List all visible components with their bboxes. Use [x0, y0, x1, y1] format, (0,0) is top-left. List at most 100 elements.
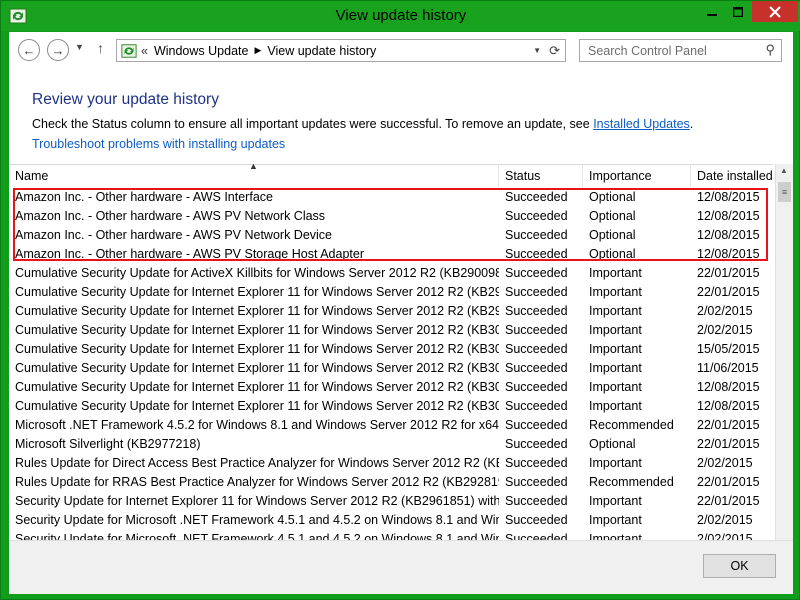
date-installed-cell: 12/08/2015: [697, 209, 760, 223]
importance-cell: Optional: [589, 247, 636, 261]
main-content: Review your update history Check the Sta…: [9, 70, 793, 546]
update-name-cell: Cumulative Security Update for Internet …: [15, 342, 499, 356]
importance-cell: Recommended: [589, 418, 674, 432]
forward-button[interactable]: →: [47, 39, 69, 61]
column-header-name[interactable]: ▲ Name: [9, 161, 499, 187]
date-installed-cell: 12/08/2015: [697, 228, 760, 242]
importance-cell: Important: [589, 342, 642, 356]
date-installed-cell: 22/01/2015: [697, 266, 760, 280]
importance-cell: Important: [589, 285, 642, 299]
dialog-footer: OK: [9, 540, 793, 594]
search-icon[interactable]: ⚲: [765, 42, 775, 58]
importance-cell: Optional: [589, 190, 636, 204]
table-row[interactable]: Security Update for Internet Explorer 11…: [9, 492, 773, 511]
table-row[interactable]: Amazon Inc. - Other hardware - AWS Inter…: [9, 188, 773, 207]
back-button[interactable]: ←: [18, 39, 40, 61]
column-header-importance[interactable]: Importance: [583, 165, 691, 187]
importance-cell: Important: [589, 513, 642, 527]
status-cell: Succeeded: [505, 228, 568, 242]
table-row[interactable]: Cumulative Security Update for Internet …: [9, 340, 773, 359]
troubleshoot-link[interactable]: Troubleshoot problems with installing up…: [32, 137, 285, 151]
date-installed-cell: 2/02/2015: [697, 456, 753, 470]
update-history-window: View update history ← → ▼ ↑ « Windows Up…: [0, 0, 800, 600]
breadcrumb-windows-update[interactable]: Windows Update: [154, 44, 249, 58]
table-row[interactable]: Cumulative Security Update for Internet …: [9, 302, 773, 321]
table-row[interactable]: Microsoft .NET Framework 4.5.2 for Windo…: [9, 416, 773, 435]
table-row[interactable]: Microsoft Silverlight (KB2977218) Succeed…: [9, 435, 773, 454]
vertical-scrollbar[interactable]: ▲ ≡: [775, 164, 793, 541]
chevron-right-icon[interactable]: ▶: [254, 45, 261, 56]
table-row[interactable]: Security Update for Microsoft .NET Frame…: [9, 511, 773, 530]
status-cell: Succeeded: [505, 418, 568, 432]
status-cell: Succeeded: [505, 513, 568, 527]
ok-button[interactable]: OK: [703, 554, 776, 578]
refresh-icon[interactable]: ⟳: [549, 43, 560, 59]
scrollbar-thumb[interactable]: ≡: [778, 182, 791, 202]
table-row[interactable]: Rules Update for Direct Access Best Prac…: [9, 454, 773, 473]
date-installed-cell: 22/01/2015: [697, 494, 760, 508]
table-row[interactable]: Cumulative Security Update for Internet …: [9, 378, 773, 397]
maximize-button[interactable]: [725, 1, 751, 22]
table-row[interactable]: Cumulative Security Update for Internet …: [9, 397, 773, 416]
date-installed-cell: 12/08/2015: [697, 399, 760, 413]
status-cell: Succeeded: [505, 247, 568, 261]
table-row[interactable]: Amazon Inc. - Other hardware - AWS PV Ne…: [9, 226, 773, 245]
column-header-importance-label: Importance: [589, 169, 652, 183]
status-cell: Succeeded: [505, 475, 568, 489]
table-row[interactable]: Cumulative Security Update for Internet …: [9, 321, 773, 340]
table-row[interactable]: Cumulative Security Update for ActiveX K…: [9, 264, 773, 283]
column-header-date[interactable]: Date installed: [691, 165, 773, 187]
breadcrumb-view-update-history[interactable]: View update history: [267, 44, 376, 58]
installed-updates-link[interactable]: Installed Updates: [593, 117, 690, 131]
recent-locations-button[interactable]: ▼: [75, 42, 84, 52]
page-description: Check the Status column to ensure all im…: [32, 117, 693, 131]
status-cell: Succeeded: [505, 342, 568, 356]
close-icon: [769, 5, 781, 18]
update-name-cell: Cumulative Security Update for Internet …: [15, 361, 499, 375]
date-installed-cell: 2/02/2015: [697, 323, 753, 337]
update-name-cell: Amazon Inc. - Other hardware - AWS Inter…: [15, 190, 273, 204]
table-row[interactable]: Amazon Inc. - Other hardware - AWS PV St…: [9, 245, 773, 264]
status-cell: Succeeded: [505, 190, 568, 204]
column-header-status[interactable]: Status: [499, 165, 583, 187]
table-row[interactable]: Cumulative Security Update for Internet …: [9, 283, 773, 302]
date-installed-cell: 22/01/2015: [697, 437, 760, 451]
table-row[interactable]: Cumulative Security Update for Internet …: [9, 359, 773, 378]
update-name-cell: Cumulative Security Update for Internet …: [15, 323, 499, 337]
up-button[interactable]: ↑: [97, 40, 104, 56]
status-cell: Succeeded: [505, 437, 568, 451]
status-cell: Succeeded: [505, 285, 568, 299]
update-name-cell: Cumulative Security Update for Internet …: [15, 380, 499, 394]
date-installed-cell: 11/06/2015: [697, 361, 759, 375]
title-bar[interactable]: View update history: [1, 1, 800, 31]
update-list[interactable]: ▲ Name Status Importance Date installed …: [9, 161, 773, 546]
minimize-button[interactable]: [698, 1, 725, 22]
back-arrow-icon: ←: [22, 42, 36, 58]
importance-cell: Important: [589, 361, 642, 375]
date-installed-cell: 12/08/2015: [697, 380, 760, 394]
address-box[interactable]: « Windows Update ▶ View update history ▼…: [116, 39, 566, 62]
root-chevron[interactable]: «: [141, 44, 148, 58]
window-title: View update history: [335, 7, 467, 24]
importance-cell: Important: [589, 380, 642, 394]
table-row[interactable]: Amazon Inc. - Other hardware - AWS PV Ne…: [9, 207, 773, 226]
update-name-cell: Amazon Inc. - Other hardware - AWS PV St…: [15, 247, 364, 261]
update-name-cell: Rules Update for RRAS Best Practice Anal…: [15, 475, 499, 489]
update-name-cell: Cumulative Security Update for Internet …: [15, 399, 499, 413]
importance-cell: Important: [589, 399, 642, 413]
minimize-icon: [706, 13, 717, 16]
status-cell: Succeeded: [505, 399, 568, 413]
up-arrow-icon: ↑: [97, 40, 104, 56]
status-cell: Succeeded: [505, 380, 568, 394]
description-end: .: [689, 117, 694, 131]
close-button[interactable]: [752, 1, 798, 22]
status-cell: Succeeded: [505, 361, 568, 375]
chevron-down-icon: ▼: [75, 42, 84, 52]
status-cell: Succeeded: [505, 266, 568, 280]
scroll-up-icon[interactable]: ▲: [780, 166, 788, 175]
address-dropdown-button[interactable]: ▼: [533, 46, 541, 55]
table-row[interactable]: Rules Update for RRAS Best Practice Anal…: [9, 473, 773, 492]
date-installed-cell: 22/01/2015: [697, 475, 760, 489]
date-installed-cell: 22/01/2015: [697, 285, 760, 299]
search-input[interactable]: Search Control Panel ⚲: [579, 39, 782, 62]
